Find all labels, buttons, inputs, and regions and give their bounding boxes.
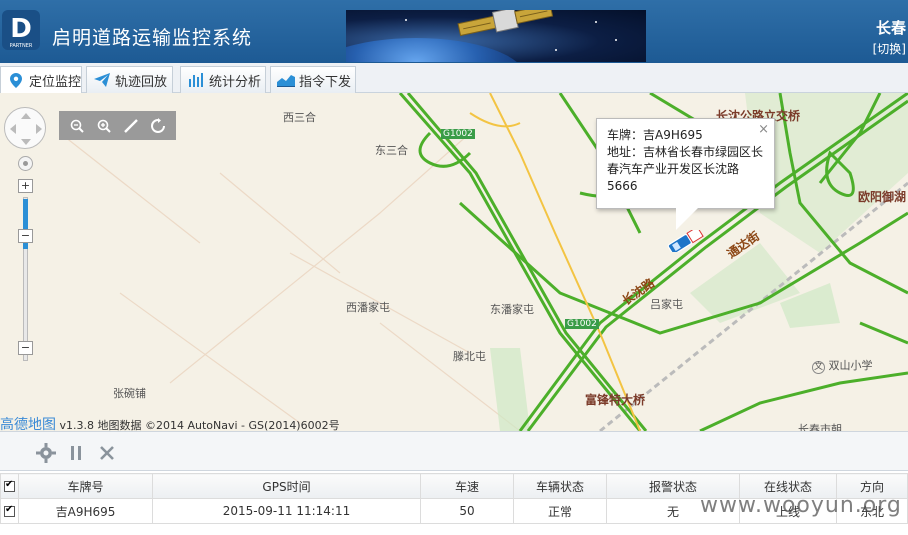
map-label: 长春市朝 [798,423,842,431]
gear-icon[interactable] [35,442,57,464]
amap-logo: 高德地图 [0,417,56,431]
column-header[interactable]: 车速 [420,473,514,499]
popup-pointer [676,208,698,230]
partner-logo: D PARTNER [2,10,40,50]
satellite-banner [346,10,646,62]
vehicle-info-popup: 车牌：吉A9H695 地址：吉林省长春市绿园区长春汽车产业开发区长沈路5666 … [596,118,775,209]
current-city: 长春 [875,19,906,37]
map-label: 滕北屯 [453,350,486,363]
tab-label: 轨迹回放 [115,74,168,90]
paper-plane-icon [93,72,111,88]
highway-shield: G1002 [441,129,475,139]
zoom-out-magnifier-icon[interactable] [66,115,88,137]
ruler-icon[interactable] [120,115,142,137]
zoom-in-magnifier-icon[interactable] [93,115,115,137]
tab-location-monitor[interactable]: 定位监控 [0,66,82,94]
area-chart-icon [277,72,295,88]
row-checkbox[interactable] [0,498,19,524]
map-label: 东潘家屯 [490,303,534,316]
select-all-checkbox[interactable] [0,473,19,499]
school-icon: 文 [812,361,825,374]
map-label: 西潘家屯 [346,301,390,314]
app-title: 启明道路运输监控系统 [52,27,253,49]
map-label: 富锋特大桥 [585,393,646,407]
refresh-icon[interactable] [147,115,169,137]
pan-control[interactable] [4,107,46,149]
cell-gps-time: 2015-09-11 11:14:11 [152,498,421,524]
copyright-text: v1.3.8 地图数据 ©2014 AutoNavi - GS(2014)600… [59,419,340,431]
zoom-out-button[interactable]: − [18,341,33,355]
tab-track-playback[interactable]: 轨迹回放 [86,66,173,93]
cell-vehicle-status: 正常 [513,498,607,524]
map-tools [59,111,176,140]
map-label-text: 双山小学 [828,359,873,372]
map-label: 东三合 [375,144,408,157]
popup-plate: 车牌：吉A9H695 [607,128,703,142]
vehicle-marker-icon[interactable] [664,230,708,252]
close-icon[interactable]: × [758,121,769,138]
location-pin-icon [7,73,25,89]
map-copyright: 高德地图 v1.3.8 地图数据 ©2014 AutoNavi - GS(201… [0,414,340,431]
zoom-in-button[interactable]: + [18,179,33,193]
map-view[interactable]: 西三合 东三合 西潘家屯 东潘家屯 滕北屯 吕家屯 张碗铺 富锋特大桥 长沈公路… [0,93,908,431]
svg-text:PARTNER: PARTNER [10,43,33,49]
map-label: 西三合 [283,111,316,124]
highway-shield: G1002 [565,319,599,329]
map-label: 欧阳御湖 [858,190,907,204]
map-label: 张碗铺 [113,387,146,400]
tab-label: 指令下发 [299,74,352,90]
tab-bar: 定位监控 轨迹回放 统计分析 指令下发 [0,63,908,94]
map-label: 文 双山小学 [812,357,873,374]
watermark: www.wooyun.org [700,493,902,518]
tab-command[interactable]: 指令下发 [270,66,356,93]
column-header[interactable]: 车牌号 [18,473,153,499]
tab-statistics[interactable]: 统计分析 [180,66,266,93]
app-header: D PARTNER 启明道路运输监控系统 长春 [切换] [0,0,908,63]
column-header[interactable]: GPS时间 [152,473,421,499]
tab-label: 定位监控 [29,75,82,90]
cell-plate: 吉A9H695 [18,498,153,524]
cell-speed: 50 [420,498,514,524]
bar-chart-icon [187,72,205,88]
svg-text:D: D [10,14,32,44]
zoom-control: + − − [18,179,34,379]
switch-city-link[interactable]: [切换] [873,40,906,57]
list-toolbar [0,431,908,471]
popup-address: 地址：吉林省长春市绿园区长春汽车产业开发区长沈路5666 [607,145,764,193]
pause-icon[interactable] [65,442,87,464]
zoom-slider-handle[interactable]: − [18,229,33,243]
close-icon[interactable] [96,442,118,464]
column-header[interactable]: 车辆状态 [513,473,607,499]
tab-label: 统计分析 [209,74,262,90]
locate-center-button[interactable] [18,156,33,171]
map-label: 吕家屯 [650,298,683,311]
